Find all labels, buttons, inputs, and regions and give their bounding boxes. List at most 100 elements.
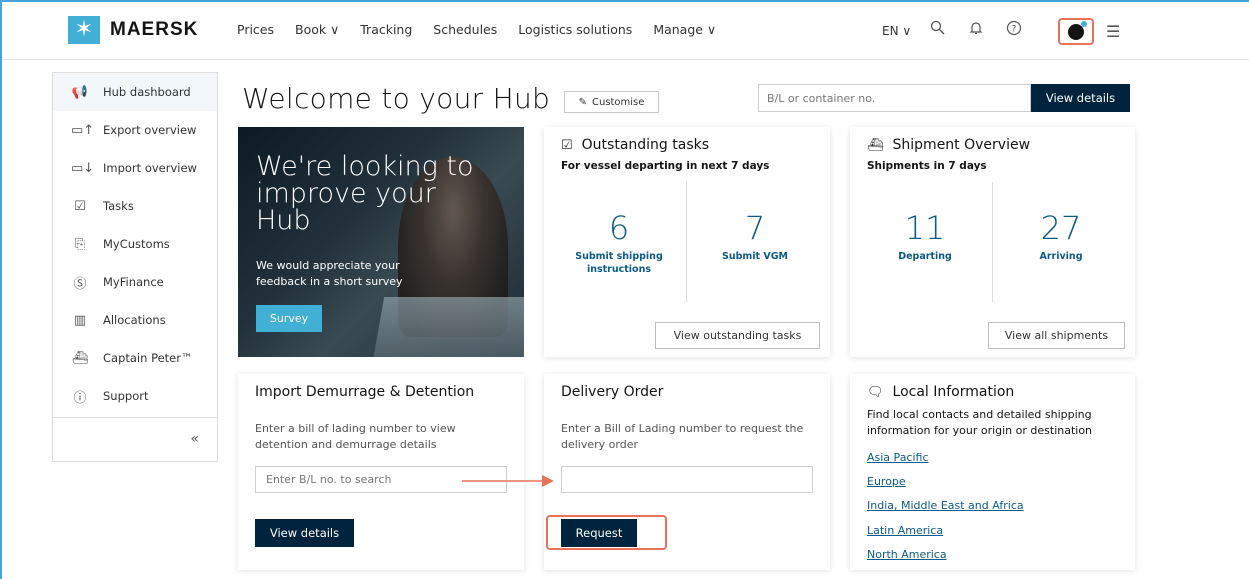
nav-link-logistics[interactable]: Logistics solutions: [518, 22, 632, 37]
shipping-instructions-count[interactable]: 6: [564, 209, 674, 247]
collapse-sidebar-icon[interactable]: «: [190, 431, 199, 447]
checkbox-icon: ☑: [561, 137, 573, 153]
megaphone-icon: 📢: [71, 84, 89, 100]
sidebar-item-label: Tasks: [103, 199, 134, 213]
maersk-star-icon: ✶: [68, 16, 100, 44]
sidebar-item-label: Import overview: [103, 161, 197, 175]
annotation-highlight-request: [546, 515, 667, 550]
nav-link-manage[interactable]: Manage ∨: [653, 22, 716, 37]
demurrage-description: Enter a bill of lading number to view de…: [255, 422, 456, 451]
sidebar-item-label: Allocations: [103, 313, 166, 327]
region-link-north-america[interactable]: North America: [867, 548, 947, 561]
sidebar-item-allocations[interactable]: ▥ Allocations: [53, 301, 217, 339]
captain-icon: ⛴: [71, 350, 89, 366]
annotation-arrow: [462, 475, 554, 487]
arriving-label[interactable]: Arriving: [1006, 250, 1116, 263]
arriving-count[interactable]: 27: [1006, 209, 1116, 247]
outstanding-tasks-card: ☑ Outstanding tasks For vessel departing…: [544, 127, 830, 357]
import-icon: ▭↓: [71, 160, 95, 176]
shipment-overview-title: Shipment Overview: [892, 137, 1031, 153]
view-details-button[interactable]: View details: [255, 519, 354, 547]
view-all-shipments-button[interactable]: View all shipments: [988, 322, 1125, 349]
region-link-asia-pacific[interactable]: Asia Pacific: [867, 451, 929, 464]
vgm-count[interactable]: 7: [700, 209, 810, 247]
language-selector[interactable]: EN ∨: [882, 24, 911, 38]
demurrage-title: Import Demurrage & Detention: [255, 384, 475, 400]
departing-count[interactable]: 11: [870, 209, 980, 247]
shipment-overview-card: ⛴ Shipment Overview Shipments in 7 days …: [850, 127, 1135, 357]
bl-container-search-input[interactable]: B/L or container no.: [758, 84, 1031, 112]
top-navigation: ✶ MAERSK Prices Book ∨ Tracking Schedule…: [2, 2, 1249, 60]
vgm-label[interactable]: Submit VGM: [700, 250, 810, 263]
sidebar-item-hub-dashboard[interactable]: 📢 Hub dashboard: [53, 73, 217, 111]
delivery-order-title: Delivery Order: [561, 384, 664, 400]
page-title: Welcome to your Hub: [242, 82, 551, 115]
banner-title: We're looking to improve your Hub: [256, 151, 474, 236]
checkbox-icon: ☑: [74, 198, 86, 214]
delivery-order-description: Enter a Bill of Lading number to request…: [561, 422, 804, 451]
sidebar-item-label: MyCustoms: [103, 237, 170, 251]
local-information-title: Local Information: [892, 384, 1015, 400]
maersk-logo[interactable]: ✶ MAERSK: [68, 16, 198, 44]
pencil-icon: ✎: [578, 96, 587, 108]
departing-label[interactable]: Departing: [870, 250, 980, 263]
region-link-imea[interactable]: India, Middle East and Africa: [867, 499, 1024, 512]
customise-label: Customise: [591, 96, 645, 108]
info-icon: ⓘ: [73, 390, 87, 406]
shipping-instructions-label[interactable]: Submit shipping instructions: [564, 250, 674, 276]
chat-icon: 🗨: [867, 384, 884, 400]
brand-name: MAERSK: [110, 19, 199, 40]
sidebar-item-label: Hub dashboard: [103, 85, 191, 99]
app-window: ✶ MAERSK Prices Book ∨ Tracking Schedule…: [0, 0, 1249, 579]
sidebar-item-label: MyFinance: [103, 275, 164, 289]
customs-icon: ⎘: [74, 236, 86, 252]
outstanding-tasks-title: Outstanding tasks: [581, 137, 710, 153]
nav-link-prices[interactable]: Prices: [237, 22, 274, 37]
survey-button[interactable]: Survey: [256, 305, 322, 332]
nav-link-tracking[interactable]: Tracking: [360, 22, 412, 37]
survey-banner: We're looking to improve your Hub We wou…: [238, 127, 524, 357]
finance-icon: Ⓢ: [73, 276, 87, 292]
sidebar-item-label: Captain Peter™: [103, 351, 193, 365]
hamburger-menu-icon[interactable]: ☰: [1106, 22, 1120, 41]
ship-icon: ⛴: [867, 137, 884, 153]
nav-link-schedules[interactable]: Schedules: [433, 22, 497, 37]
user-icon: [1068, 20, 1087, 40]
sidebar-item-import-overview[interactable]: ▭↓ Import overview: [53, 149, 217, 187]
search-icon[interactable]: [927, 20, 949, 42]
svg-text:?: ?: [1012, 25, 1017, 35]
delivery-order-bl-input[interactable]: [561, 466, 813, 493]
nav-utilities: EN ∨ ?: [882, 18, 1025, 44]
sidebar: 📢 Hub dashboard ▭↑ Export overview ▭↓ Im…: [52, 72, 218, 462]
sidebar-item-export-overview[interactable]: ▭↑ Export overview: [53, 111, 217, 149]
bar-chart-icon: ▥: [73, 312, 87, 328]
sidebar-item-label: Export overview: [103, 123, 197, 137]
customise-button[interactable]: ✎ Customise: [564, 91, 659, 113]
card-title: ☑ Outstanding tasks: [561, 137, 709, 153]
bell-icon[interactable]: [965, 20, 987, 42]
banner-text: We would appreciate your feedback in a s…: [256, 259, 403, 288]
help-icon[interactable]: ?: [1003, 20, 1025, 42]
sidebar-item-mycustoms[interactable]: ⎘ MyCustoms: [53, 225, 217, 263]
local-information-card: 🗨 Local Information Find local contacts …: [850, 374, 1135, 570]
view-outstanding-tasks-button[interactable]: View outstanding tasks: [655, 322, 820, 349]
user-account-button[interactable]: [1058, 18, 1094, 45]
sidebar-item-tasks[interactable]: ☑ Tasks: [53, 187, 217, 225]
nav-link-book[interactable]: Book ∨: [295, 22, 339, 37]
card-divider: [992, 182, 993, 302]
card-subtitle: For vessel departing in next 7 days: [561, 160, 770, 172]
export-icon: ▭↑: [71, 122, 95, 138]
sidebar-item-support[interactable]: ⓘ Support: [53, 377, 217, 415]
sidebar-item-myfinance[interactable]: Ⓢ MyFinance: [53, 263, 217, 301]
region-link-latin-america[interactable]: Latin America: [867, 524, 943, 537]
sidebar-item-captain-peter[interactable]: ⛴ Captain Peter™: [53, 339, 217, 377]
sidebar-divider: [53, 417, 217, 418]
sidebar-item-label: Support: [103, 389, 149, 403]
view-details-search-button[interactable]: View details: [1031, 84, 1130, 112]
main-menu: Prices Book ∨ Tracking Schedules Logisti…: [237, 22, 737, 37]
banner-photo-laptop: [371, 297, 524, 357]
card-divider: [686, 182, 687, 302]
region-link-europe[interactable]: Europe: [867, 475, 906, 488]
local-information-description: Find local contacts and detailed shippin…: [867, 408, 1093, 437]
card-title: ⛴ Shipment Overview: [867, 137, 1030, 153]
